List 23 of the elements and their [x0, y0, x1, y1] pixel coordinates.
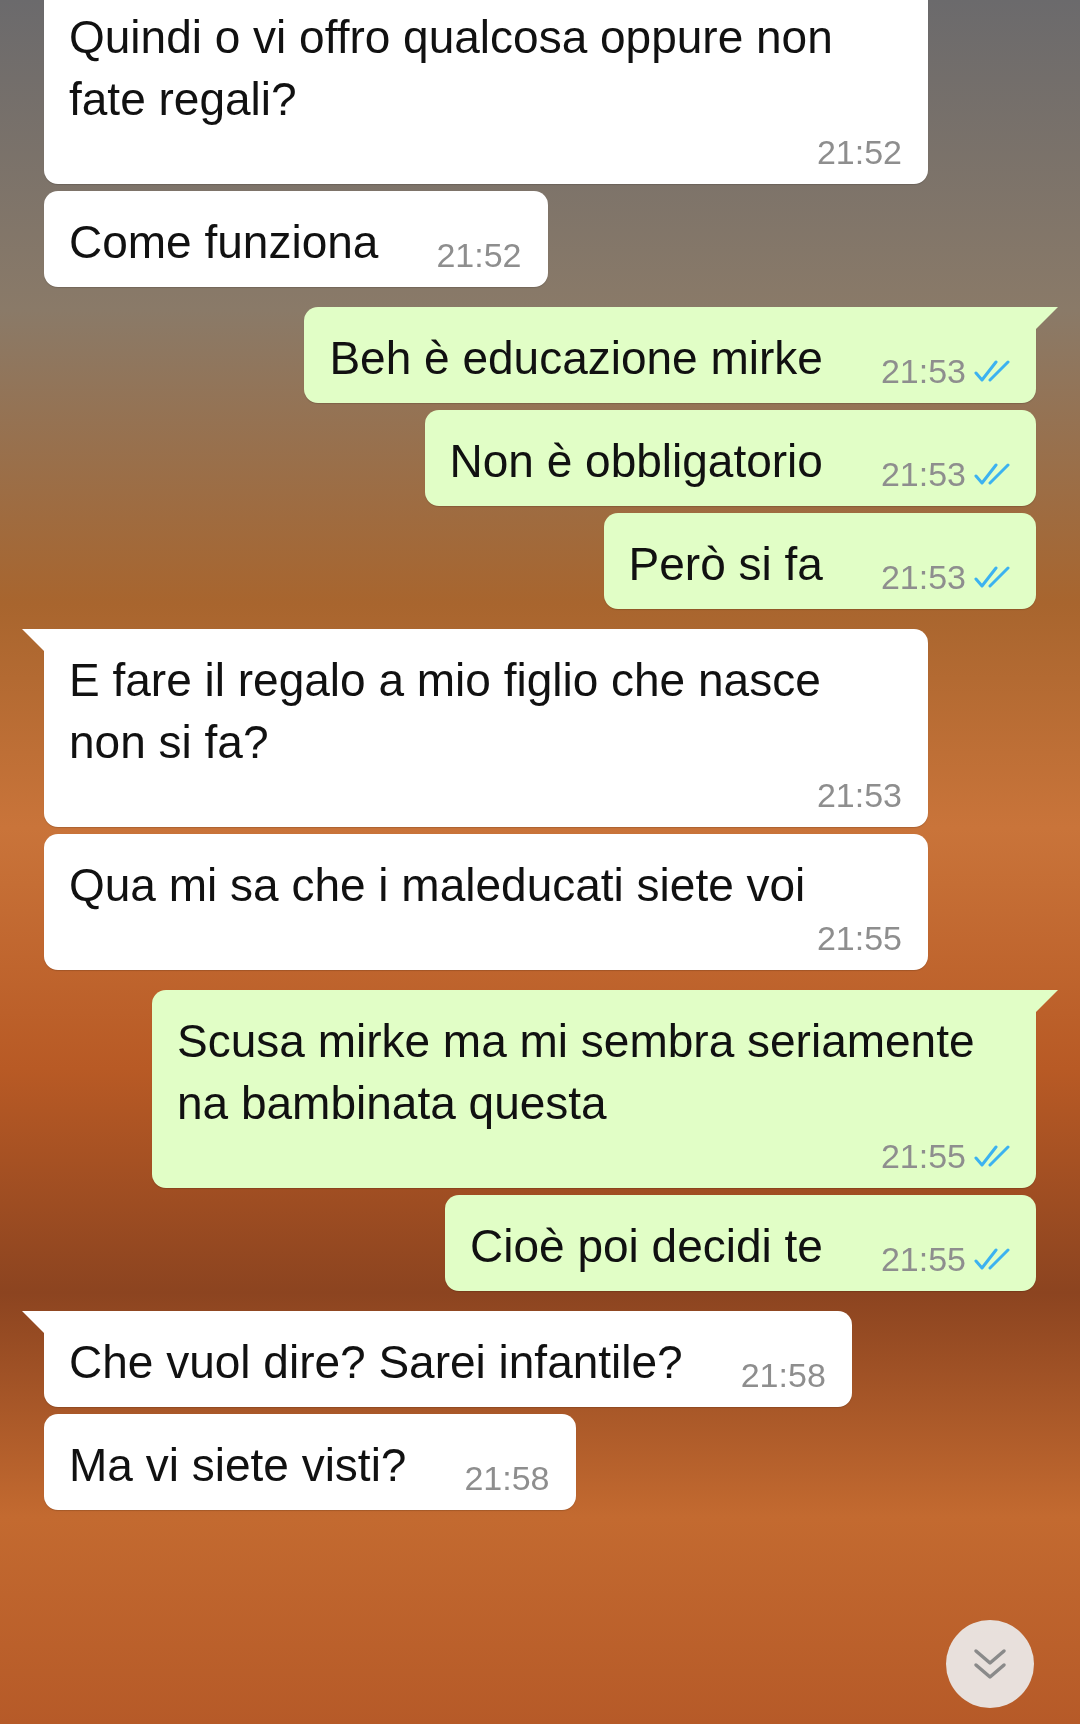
message-text: Qua mi sa che i maleducati siete voi — [69, 858, 806, 913]
message-text: Che vuol dire? Sarei infantile? — [69, 1335, 683, 1390]
message-time: 21:55 — [816, 918, 902, 959]
double-chevron-down-icon — [972, 1647, 1008, 1681]
message-text: Scusa mirke ma mi sembra seriamente na bambinata questa — [177, 1014, 976, 1131]
message-time: 21:55 — [880, 1136, 966, 1177]
message-text: Beh è educazione mirke — [329, 331, 823, 386]
message-time: 21:53 — [880, 454, 966, 495]
message-time: 21:58 — [740, 1355, 826, 1396]
message-time: 21:52 — [436, 235, 522, 276]
message-time: 21:52 — [816, 132, 902, 173]
message-text: E fare il regalo a mio figlio che nasce non si fa? — [69, 653, 822, 770]
message-time: 21:53 — [816, 775, 902, 816]
message-text: Come funziona — [69, 215, 379, 270]
message-text: Quindi o vi offro qualcosa oppure non fate regali? — [69, 10, 834, 127]
message-text: Ma vi siete visti? — [69, 1438, 407, 1493]
message-text: Cioè poi decidi te — [470, 1219, 823, 1274]
message-text: Non è obbligatorio — [449, 434, 823, 489]
message-time: 21:55 — [880, 1239, 966, 1280]
message-time: 21:53 — [880, 557, 966, 598]
message-time: 21:58 — [464, 1458, 550, 1499]
message-time: 21:53 — [880, 351, 966, 392]
message-text: Però si fa — [628, 537, 823, 592]
